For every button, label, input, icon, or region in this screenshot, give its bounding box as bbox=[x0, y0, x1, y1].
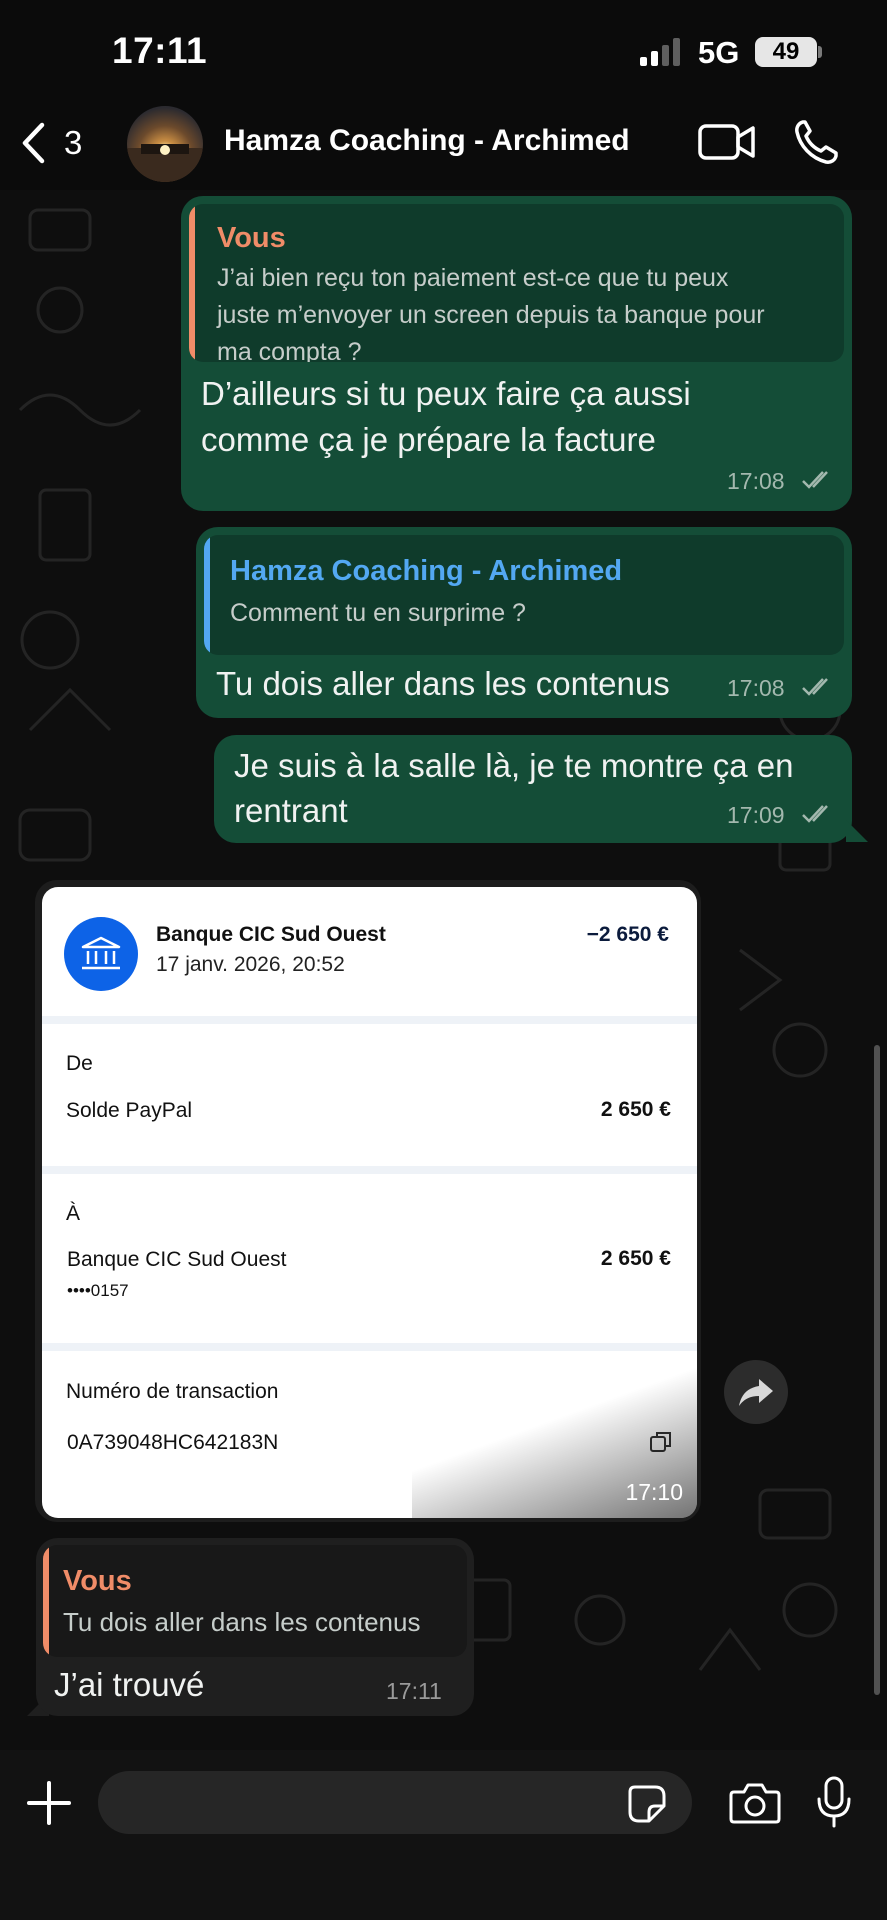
chat-header: 3 Hamza Coaching - Archimed bbox=[0, 100, 887, 190]
double-check-icon bbox=[802, 471, 828, 489]
message-time: 17:08 bbox=[727, 675, 785, 701]
quote-text-line: juste m’envoyer un screen depuis ta banq… bbox=[217, 301, 765, 329]
receipt-amount: −2 650 € bbox=[586, 923, 669, 946]
divider bbox=[42, 1166, 697, 1174]
receipt-to-value: Banque CIC Sud Ouest bbox=[67, 1248, 287, 1271]
status-bar: 17:11 5G 49 bbox=[0, 0, 887, 100]
quote-author: Vous bbox=[63, 1565, 132, 1597]
quote-text-line: Comment tu en surprime ? bbox=[230, 599, 526, 627]
quote-accent-bar bbox=[189, 204, 195, 362]
avatar-image bbox=[127, 144, 203, 182]
message-input-bar bbox=[0, 1750, 887, 1920]
divider bbox=[42, 1016, 697, 1024]
message-text-line: J’ai trouvé bbox=[54, 1666, 205, 1703]
receipt-from-value: Solde PayPal bbox=[66, 1099, 193, 1122]
message-text-line: comme ça je prépare la facture bbox=[201, 421, 656, 458]
double-check-icon bbox=[802, 678, 828, 696]
avatar[interactable] bbox=[127, 106, 203, 182]
receipt-transaction-id: 0A739048HC642183N bbox=[67, 1431, 279, 1454]
receipt-to-amount: 2 650 € bbox=[600, 1247, 671, 1270]
bank-logo bbox=[64, 917, 138, 991]
receipt-image[interactable]: Banque CIC Sud Ouest 17 janv. 2026, 20:5… bbox=[42, 887, 697, 1518]
message-text-line: Je suis à la salle là, je te montre ça e… bbox=[234, 747, 794, 784]
sticker-icon[interactable] bbox=[627, 1784, 667, 1824]
video-camera-icon[interactable] bbox=[697, 120, 757, 164]
battery-level: 49 bbox=[755, 37, 817, 67]
scrollbar[interactable] bbox=[874, 1045, 880, 1695]
message-time: 17:09 bbox=[727, 802, 785, 828]
microphone-icon[interactable] bbox=[816, 1776, 852, 1828]
quoted-message[interactable]: Hamza Coaching - Archimed Comment tu en … bbox=[204, 535, 844, 655]
message-bubble[interactable]: Hamza Coaching - Archimed Comment tu en … bbox=[196, 527, 852, 718]
receipt-to-account: ••••0157 bbox=[67, 1281, 129, 1300]
receipt-bank-name: Banque CIC Sud Ouest bbox=[156, 923, 386, 946]
network-type: 5G bbox=[698, 35, 740, 70]
message-text-line: Tu dois aller dans les contenus bbox=[216, 665, 670, 702]
double-check-icon bbox=[802, 805, 828, 823]
battery-icon bbox=[818, 46, 822, 58]
message-text-line: D’ailleurs si tu peux faire ça aussi bbox=[201, 375, 691, 412]
bubble-tail bbox=[846, 820, 868, 842]
cellular-signal-icon bbox=[640, 38, 680, 66]
message-bubble[interactable]: Je suis à la salle là, je te montre ça e… bbox=[214, 735, 852, 843]
receipt-from-label: De bbox=[66, 1052, 93, 1075]
status-time: 17:11 bbox=[112, 30, 208, 71]
message-bubble[interactable]: Vous Tu dois aller dans les contenus J’a… bbox=[36, 1538, 474, 1716]
quoted-message[interactable]: Vous Tu dois aller dans les contenus bbox=[43, 1545, 467, 1657]
phone-icon[interactable] bbox=[793, 118, 839, 166]
quoted-message[interactable]: Vous J’ai bien reçu ton paiement est-ce … bbox=[189, 204, 844, 362]
receipt-date: 17 janv. 2026, 20:52 bbox=[156, 953, 345, 976]
bank-icon bbox=[81, 936, 121, 970]
quote-accent-bar bbox=[43, 1545, 49, 1657]
plus-icon[interactable] bbox=[26, 1780, 72, 1826]
chat-title[interactable]: Hamza Coaching - Archimed bbox=[224, 124, 630, 158]
message-input[interactable] bbox=[98, 1771, 692, 1834]
quote-author: Hamza Coaching - Archimed bbox=[230, 555, 623, 587]
message-time: 17:10 bbox=[625, 1479, 683, 1505]
forward-button[interactable] bbox=[724, 1360, 788, 1424]
receipt-transaction-label: Numéro de transaction bbox=[66, 1380, 279, 1403]
unread-count: 3 bbox=[64, 124, 83, 161]
quote-author: Vous bbox=[217, 222, 286, 254]
receipt-from-amount: 2 650 € bbox=[600, 1098, 671, 1121]
message-bubble[interactable]: Vous J’ai bien reçu ton paiement est-ce … bbox=[181, 196, 852, 511]
quote-accent-bar bbox=[204, 535, 210, 655]
receipt-to-label: À bbox=[66, 1202, 81, 1225]
message-time: 17:08 bbox=[727, 468, 785, 494]
forward-arrow-icon bbox=[739, 1379, 773, 1406]
quote-text-line: Tu dois aller dans les contenus bbox=[63, 1607, 421, 1637]
message-text-line: rentrant bbox=[234, 792, 348, 829]
quote-text-line: ma compta ? bbox=[217, 338, 362, 362]
message-time: 17:11 bbox=[386, 1678, 442, 1704]
chevron-left-icon bbox=[22, 122, 45, 164]
back-button[interactable]: 3 bbox=[20, 118, 82, 168]
quote-text-line: J’ai bien reçu ton paiement est-ce que t… bbox=[217, 264, 729, 292]
camera-icon[interactable] bbox=[729, 1781, 781, 1825]
